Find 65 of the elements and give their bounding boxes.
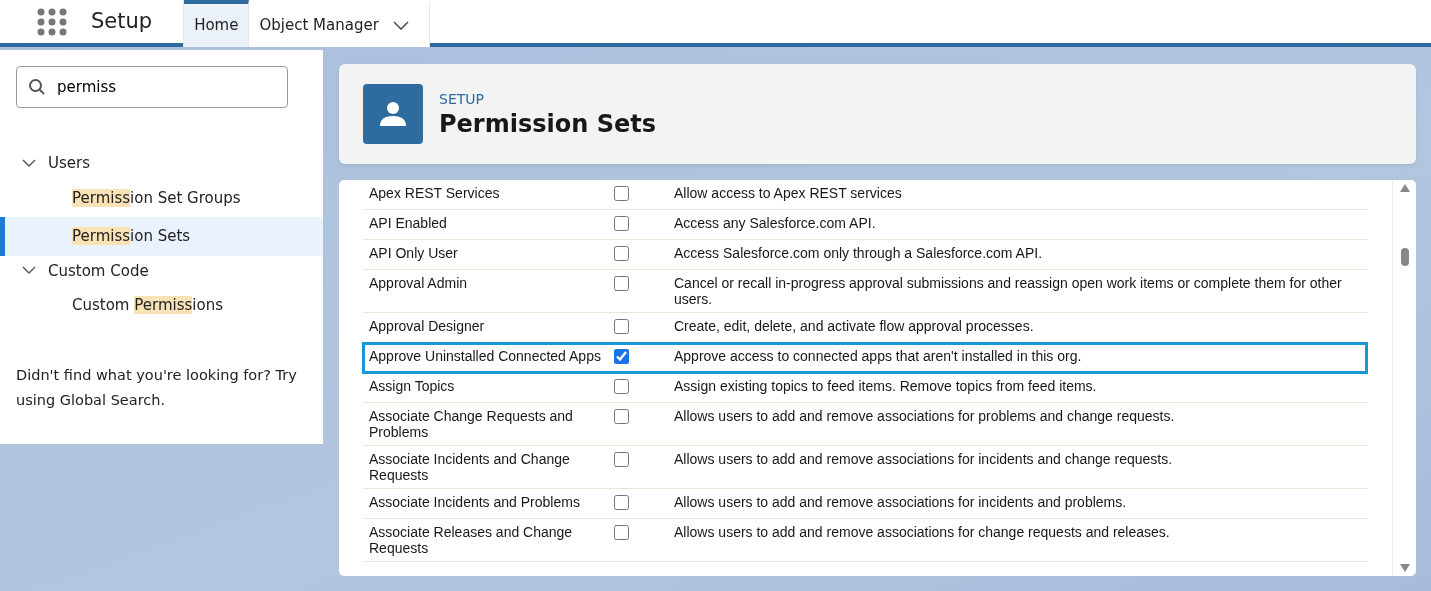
table-row[interactable]: Apex REST Services Allow access to Apex REST services: [363, 180, 1367, 210]
table-row[interactable]: Associate Releases and Change Requests Allows users to add and remove associations for change requests and releases.: [363, 518, 1367, 562]
permission-name: API Enabled: [369, 215, 447, 231]
permission-name: Associate Incidents and Change Requests: [369, 451, 570, 483]
scroll-up-icon[interactable]: [1399, 184, 1410, 192]
chevron-down-icon: [392, 20, 409, 31]
table-row[interactable]: Approval Admin Cancel or recall in-progress approval submissions and reassign open work items or complete them for other users.: [363, 269, 1367, 313]
checkbox[interactable]: [614, 452, 629, 467]
scroll-down-icon[interactable]: [1399, 564, 1410, 572]
nav-section[interactable]: Custom Code: [0, 255, 323, 286]
app-launcher-icon[interactable]: [37, 7, 67, 36]
chevron-icon: [22, 266, 36, 276]
table-row[interactable]: API Only User Access Salesforce.com only through a Salesforce.com API.: [363, 239, 1367, 270]
checkbox[interactable]: [614, 246, 629, 261]
breadcrumb: SETUP: [439, 90, 485, 110]
checkbox[interactable]: [614, 319, 629, 334]
table-row[interactable]: Assign Topics Assign existing topics to feed items. Remove topics from feed items.: [363, 372, 1367, 403]
nav-item[interactable]: Custom Permissions: [0, 286, 323, 325]
permission-description: Assign existing topics to feed items. Remove topics from feed items.: [674, 378, 1097, 394]
permission-description: Create, edit, delete, and activate flow approval processes.: [674, 318, 1034, 334]
scrollbar-thumb[interactable]: [1400, 248, 1409, 266]
nav-tab[interactable]: Home: [184, 0, 250, 47]
checkbox[interactable]: [614, 186, 629, 201]
permission-description: Cancel or recall in-progress approval submissions and reassign open work items or complete them for other users.: [674, 275, 1342, 307]
permission-name: Approval Admin: [369, 275, 468, 291]
permission-description: Allow access to Apex REST services: [674, 185, 902, 201]
search-field[interactable]: permiss: [16, 66, 288, 108]
nav-item[interactable]: Permission Set Groups: [0, 178, 323, 217]
permission-name: Approval Designer: [369, 318, 485, 334]
table-row[interactable]: Approve Uninstalled Connected Apps Approve access to connected apps that aren't installed in this org.: [363, 342, 1367, 373]
checkbox[interactable]: [614, 409, 629, 424]
table-row[interactable]: API Enabled Access any Salesforce.com API.: [363, 209, 1367, 240]
permission-name: API Only User: [369, 245, 458, 261]
checkbox[interactable]: [614, 379, 629, 394]
checkbox[interactable]: [614, 525, 629, 540]
page-title: Permission Sets: [439, 110, 656, 139]
permission-description: Approve access to connected apps that aren't installed in this org.: [674, 348, 1082, 364]
app-title: Setup: [91, 7, 153, 35]
permission-description: Allows users to add and remove associations for incidents and problems.: [674, 494, 1127, 510]
permission-name: Associate Releases and Change Requests: [369, 524, 573, 556]
table-row[interactable]: Associate Incidents and Change Requests Allows users to add and remove associations for incidents and change requests.: [363, 445, 1367, 489]
permission-description: Allows users to add and remove associations for change requests and releases.: [674, 524, 1170, 540]
permission-name: Associate Change Requests and Problems: [369, 408, 573, 440]
checkbox[interactable]: [614, 276, 629, 291]
help-text: Didn't find what you're looking for? Try using Global Search.: [15, 365, 298, 410]
permission-description: Access any Salesforce.com API.: [674, 215, 876, 231]
checkbox[interactable]: [614, 349, 629, 364]
table-row[interactable]: Associate Incidents and Problems Allows users to add and remove associations for incidents and problems.: [363, 488, 1367, 519]
search-icon: [28, 78, 46, 96]
permission-description: Allows users to add and remove associations for incidents and change requests.: [674, 451, 1173, 467]
user-icon: [363, 84, 423, 144]
permission-name: Associate Incidents and Problems: [369, 494, 580, 510]
nav-item[interactable]: Permission Sets: [0, 217, 323, 256]
permission-name: Apex REST Services: [369, 185, 500, 201]
nav-section[interactable]: Users: [0, 148, 323, 179]
table-row[interactable]: Associate Change Requests and Problems Allows users to add and remove associations for problems and change requests.: [363, 402, 1367, 446]
permission-description: Access Salesforce.com only through a Salesforce.com API.: [674, 245, 1043, 261]
checkbox[interactable]: [614, 495, 629, 510]
nav-tab[interactable]: Object Manager: [249, 0, 430, 47]
permission-name: Approve Uninstalled Connected Apps: [369, 348, 601, 364]
permission-description: Allows users to add and remove associations for problems and change requests.: [674, 408, 1175, 424]
chevron-icon: [22, 158, 36, 168]
checkbox[interactable]: [614, 216, 629, 231]
table-row[interactable]: Approval Designer Create, edit, delete, and activate flow approval processes.: [363, 312, 1367, 343]
permission-name: Assign Topics: [369, 378, 455, 394]
